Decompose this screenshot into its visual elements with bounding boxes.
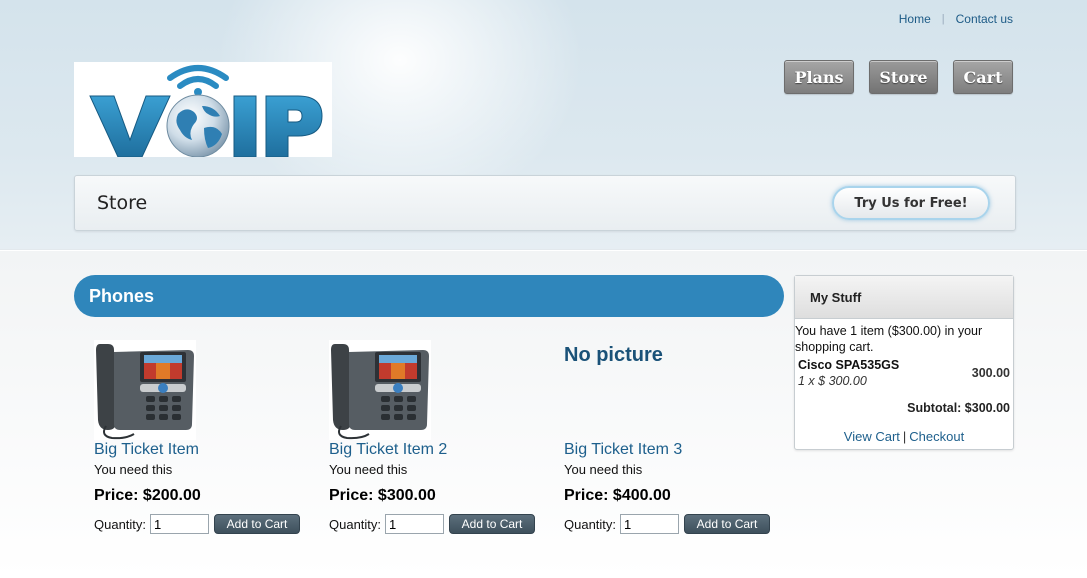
no-picture-text: No picture <box>564 344 663 366</box>
product-card: No picture Big Ticket Item 3 You need th… <box>564 340 784 534</box>
product-name-link[interactable]: Big Ticket Item <box>94 441 199 459</box>
category-title: Phones <box>89 286 155 306</box>
cart-item-name: Cisco SPA535GS <box>798 358 900 372</box>
product-price: Price: $200.00 <box>94 487 201 504</box>
quantity-input[interactable] <box>620 514 680 534</box>
quantity-row: Quantity: Add to Cart <box>564 514 771 534</box>
product-name-link[interactable]: Big Ticket Item 3 <box>564 441 682 459</box>
quantity-label: Quantity: <box>564 516 617 532</box>
main-nav: Plans Store Cart <box>784 60 1013 94</box>
quantity-input[interactable] <box>150 514 210 534</box>
checkout-link[interactable]: Checkout <box>909 429 964 444</box>
add-to-cart-button[interactable]: Add to Cart <box>684 514 771 534</box>
product-image-placeholder: No picture <box>564 340 784 440</box>
add-to-cart-button[interactable]: Add to Cart <box>214 514 301 534</box>
product-description: You need this <box>94 462 173 477</box>
quantity-input[interactable] <box>385 514 445 534</box>
product-image[interactable] <box>329 340 549 440</box>
voip-logo[interactable] <box>74 62 332 157</box>
ip-phone-image <box>329 340 431 440</box>
view-cart-link[interactable]: View Cart <box>844 429 900 444</box>
page-title-bar: Store Try Us for Free! <box>74 175 1016 231</box>
my-stuff-title: My Stuff <box>810 290 862 305</box>
nav-plans-button[interactable]: Plans <box>784 60 854 94</box>
product-price: Price: $300.00 <box>329 487 436 504</box>
nav-store-button[interactable]: Store <box>869 60 938 94</box>
product-image[interactable] <box>94 340 314 440</box>
cart-links: View Cart | Checkout <box>795 429 1013 444</box>
ip-phone-image <box>94 340 196 440</box>
my-stuff-panel: My Stuff You have 1 item ($300.00) in yo… <box>794 275 1014 450</box>
cart-item-quantity: 1 x $ 300.00 <box>798 374 867 388</box>
add-to-cart-button[interactable]: Add to Cart <box>449 514 536 534</box>
quantity-label: Quantity: <box>94 516 147 532</box>
page-title: Store <box>97 192 148 214</box>
quantity-row: Quantity: Add to Cart <box>329 514 536 534</box>
product-price: Price: $400.00 <box>564 487 671 504</box>
my-stuff-header: My Stuff <box>795 276 1013 319</box>
home-link[interactable]: Home <box>899 12 931 26</box>
cart-item-total: 300.00 <box>971 366 1010 380</box>
voip-logo-graphic <box>89 65 323 157</box>
product-card: Big Ticket Item 2 You need this Price: $… <box>329 340 549 534</box>
cart-link-separator: | <box>902 429 907 444</box>
quantity-row: Quantity: Add to Cart <box>94 514 301 534</box>
cart-summary-text: You have 1 item ($300.00) in your shoppi… <box>795 324 983 354</box>
nav-cart-button[interactable]: Cart <box>953 60 1013 94</box>
category-header: Phones <box>74 275 784 317</box>
quantity-label: Quantity: <box>329 516 382 532</box>
product-name-link[interactable]: Big Ticket Item 2 <box>329 441 447 459</box>
top-links: Home | Contact us <box>899 12 1013 26</box>
contact-link[interactable]: Contact us <box>956 12 1013 26</box>
product-description: You need this <box>329 462 408 477</box>
product-description: You need this <box>564 462 643 477</box>
try-free-button[interactable]: Try Us for Free! <box>832 186 990 220</box>
cart-subtotal: Subtotal: $300.00 <box>907 401 1010 415</box>
link-separator: | <box>941 13 945 25</box>
product-card: Big Ticket Item You need this Price: $20… <box>94 340 314 534</box>
